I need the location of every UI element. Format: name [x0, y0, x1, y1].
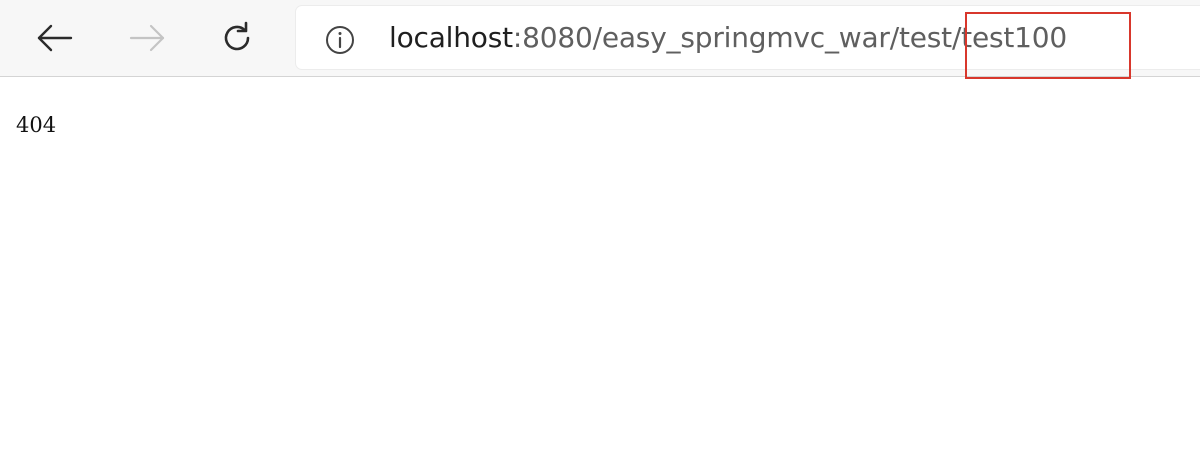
- reload-icon: [224, 21, 250, 51]
- url-text[interactable]: localhost:8080/easy_springmvc_war/test/t…: [389, 20, 1067, 56]
- url-path: :8080/easy_springmvc_war/test/test100: [512, 21, 1067, 54]
- reload-button[interactable]: [211, 12, 263, 64]
- url-host: localhost: [389, 21, 513, 54]
- arrow-left-icon: [37, 24, 73, 52]
- back-button[interactable]: [29, 12, 81, 64]
- info-circle-icon[interactable]: [324, 24, 356, 56]
- address-bar[interactable]: localhost:8080/easy_springmvc_war/test/t…: [296, 6, 1200, 69]
- browser-toolbar: localhost:8080/easy_springmvc_war/test/t…: [0, 0, 1200, 77]
- forward-button[interactable]: [121, 12, 173, 64]
- arrow-right-icon: [129, 24, 165, 52]
- page-body-text: 404: [16, 113, 57, 137]
